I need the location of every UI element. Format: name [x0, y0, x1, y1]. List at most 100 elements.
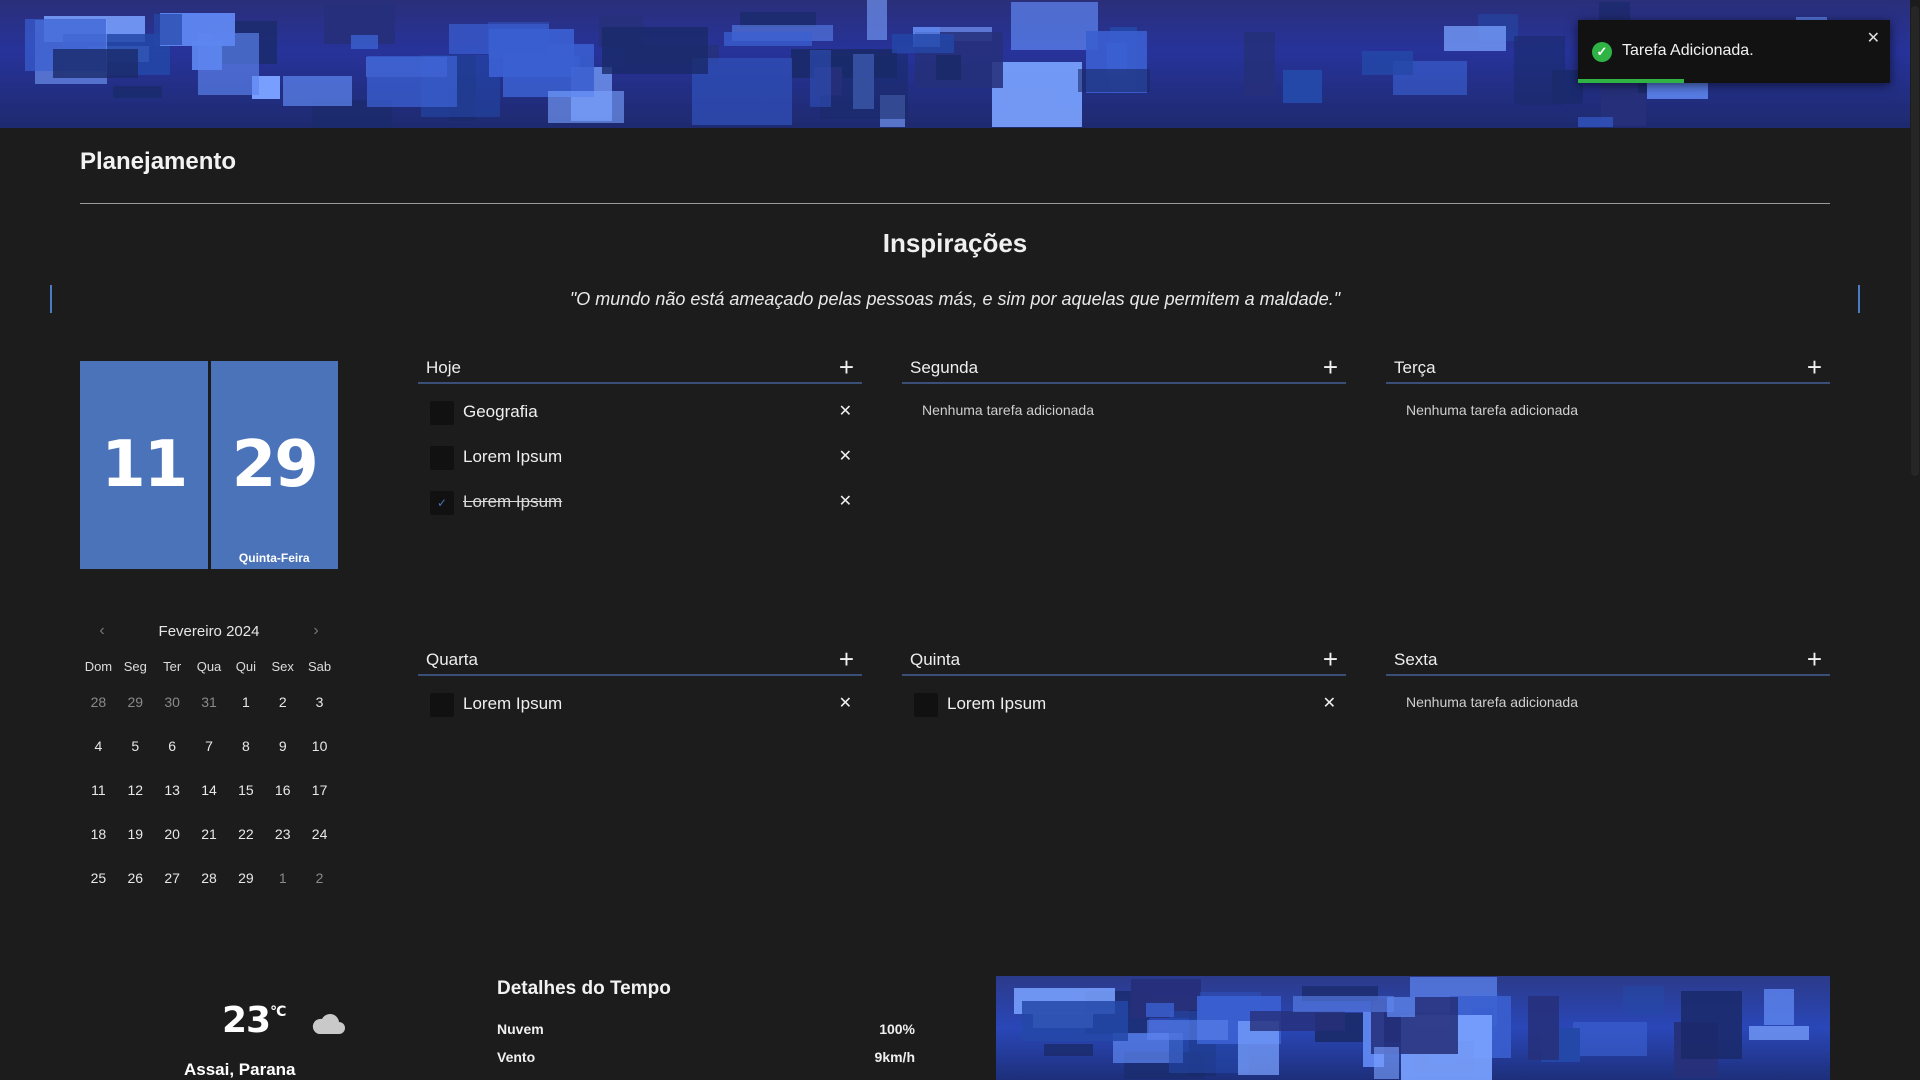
banner-decoration: [1572, 1021, 1647, 1056]
add-task-button[interactable]: +: [839, 352, 854, 382]
calendar-day[interactable]: 16: [264, 768, 301, 812]
banner-decoration: [1680, 990, 1742, 1059]
remove-task-button[interactable]: ✕: [839, 401, 852, 421]
calendar-day[interactable]: 26: [117, 856, 154, 900]
calendar-day[interactable]: 18: [80, 812, 117, 856]
day-column-title: Terça: [1394, 358, 1436, 377]
check-icon: ✓: [436, 496, 448, 510]
calendar-weekday-label: Ter: [163, 659, 182, 674]
task-checkbox[interactable]: [430, 446, 454, 470]
banner-decoration: [1623, 986, 1664, 1015]
weather-row-label: Nuvem: [497, 1021, 544, 1037]
banner-decoration: [1250, 1010, 1346, 1032]
task-checkbox[interactable]: [914, 693, 938, 717]
banner-decoration: [1361, 51, 1413, 76]
calendar-day[interactable]: 28: [191, 856, 228, 900]
calendar-day[interactable]: 29: [117, 680, 154, 724]
remove-task-button[interactable]: ✕: [839, 491, 852, 511]
calendar-day[interactable]: 7: [191, 724, 228, 768]
day-column-header: Segunda +: [902, 352, 1346, 384]
calendar-day[interactable]: 3: [301, 680, 338, 724]
remove-task-button[interactable]: ✕: [839, 693, 852, 713]
quote-right-bar: [1858, 285, 1860, 313]
calendar-day[interactable]: 12: [117, 768, 154, 812]
title-divider: [80, 203, 1830, 204]
chevron-left-icon[interactable]: ‹: [94, 622, 110, 640]
calendar-day[interactable]: 14: [191, 768, 228, 812]
calendar-day[interactable]: 15: [227, 768, 264, 812]
toast-close-button[interactable]: ✕: [1867, 28, 1880, 48]
calendar-day[interactable]: 17: [301, 768, 338, 812]
calendar-day[interactable]: 31: [191, 680, 228, 724]
task-checkbox[interactable]: [430, 693, 454, 717]
chevron-right-icon[interactable]: ›: [308, 622, 324, 640]
day-column: Segunda + Nenhuma tarefa adicionada: [902, 352, 1346, 418]
calendar-day[interactable]: 19: [117, 812, 154, 856]
calendar-day[interactable]: 1: [264, 856, 301, 900]
calendar-weekday-label: Sab: [308, 659, 332, 674]
page-scrollbar[interactable]: [1910, 0, 1920, 1080]
date-tile-left: 11: [80, 361, 208, 569]
calendar-day[interactable]: 10: [301, 724, 338, 768]
banner-decoration: [892, 33, 955, 53]
remove-task-button[interactable]: ✕: [1323, 693, 1336, 713]
calendar-day[interactable]: 13: [154, 768, 191, 812]
calendar-weekday-label: Sex: [271, 659, 294, 674]
calendar-day[interactable]: 20: [154, 812, 191, 856]
add-task-button[interactable]: +: [1807, 644, 1822, 674]
calendar-day[interactable]: 23: [264, 812, 301, 856]
calendar-grid: Dom Seg Ter Qua Qui Sex Sab 28 29 30 31 1 2 3 4 5 6 7 8 9 10…: [80, 654, 338, 900]
calendar-day[interactable]: 1: [227, 680, 264, 724]
task-checkbox[interactable]: [430, 401, 454, 425]
scrollbar-thumb[interactable]: [1911, 6, 1919, 476]
calendar-day[interactable]: 5: [117, 724, 154, 768]
day-column-title: Hoje: [426, 358, 461, 377]
banner-decoration: [1577, 117, 1613, 128]
banner-decoration: [1283, 69, 1323, 104]
day-column: Terça + Nenhuma tarefa adicionada: [1386, 352, 1830, 418]
inspiration-quote: "O mundo não está ameaçado pelas pessoas…: [569, 289, 1341, 309]
calendar-day[interactable]: 9: [264, 724, 301, 768]
banner-decoration: [1763, 988, 1795, 1026]
task-item: Lorem Ipsum ✕: [418, 433, 862, 478]
add-task-button[interactable]: +: [839, 644, 854, 674]
calendar-day[interactable]: 11: [80, 768, 117, 812]
add-task-button[interactable]: +: [1323, 352, 1338, 382]
calendar-day[interactable]: 8: [227, 724, 264, 768]
remove-task-button[interactable]: ✕: [839, 446, 852, 466]
toast-message: Tarefa Adicionada.: [1622, 42, 1754, 59]
calendar-day[interactable]: 2: [264, 680, 301, 724]
day-column: Quinta + Lorem Ipsum ✕: [902, 644, 1346, 725]
calendar-month-label: Fevereiro 2024: [158, 622, 260, 640]
task-checkbox[interactable]: ✓: [430, 491, 454, 515]
calendar-day[interactable]: 21: [191, 812, 228, 856]
calendar-day[interactable]: 4: [80, 724, 117, 768]
calendar-day[interactable]: 25: [80, 856, 117, 900]
date-day-left: 11: [101, 428, 188, 502]
calendar-day[interactable]: 27: [154, 856, 191, 900]
calendar-day[interactable]: 30: [154, 680, 191, 724]
calendar-day[interactable]: 24: [301, 812, 338, 856]
calendar-day[interactable]: 6: [154, 724, 191, 768]
day-column-header: Quarta +: [418, 644, 862, 676]
weather-row-label: Vento: [497, 1049, 536, 1065]
calendar-day[interactable]: 28: [80, 680, 117, 724]
add-task-button[interactable]: +: [1807, 352, 1822, 382]
calendar-day[interactable]: 2: [301, 856, 338, 900]
calendar-day[interactable]: 22: [227, 812, 264, 856]
date-weekday: Quinta-Feira: [238, 551, 310, 565]
weather-row-clouds: Nuvem 100%: [497, 1021, 915, 1037]
task-label: Lorem Ipsum: [947, 694, 1047, 713]
empty-tasks-message: Nenhuma tarefa adicionada: [1406, 694, 1579, 710]
banner-decoration: [724, 32, 813, 47]
banner-decoration: [936, 54, 962, 81]
calendar-day[interactable]: 29: [227, 856, 264, 900]
temperature-unit: °C: [270, 1004, 286, 1020]
banner-decoration: [991, 62, 1083, 128]
task-label: Lorem Ipsum: [463, 694, 563, 713]
add-task-button[interactable]: +: [1323, 644, 1338, 674]
day-column-header: Sexta +: [1386, 644, 1830, 676]
day-column: Hoje + Geografia ✕ Lorem Ipsum ✕ ✓ Lorem Ipsum ✕: [418, 352, 862, 523]
banner-decoration: [350, 34, 379, 49]
day-column-title: Sexta: [1394, 650, 1438, 669]
